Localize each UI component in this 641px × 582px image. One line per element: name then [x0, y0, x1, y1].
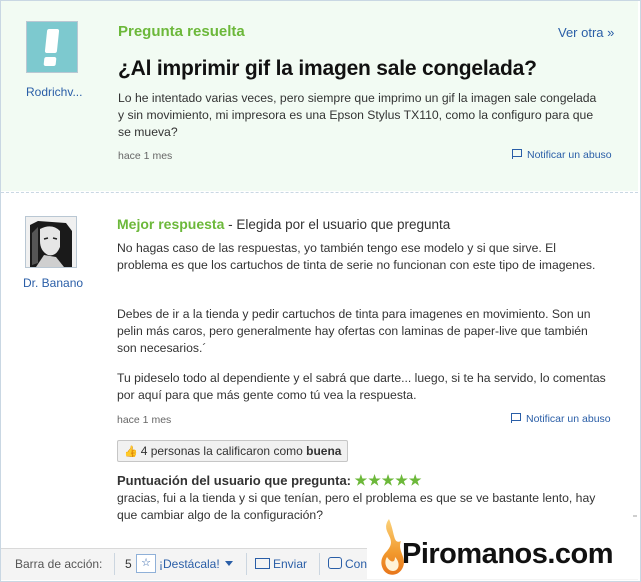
send-button[interactable]: Enviar	[255, 557, 307, 571]
answer-paragraph-2: Debes de ir a la tienda y pedir cartucho…	[117, 307, 591, 355]
question-body: Lo he intentado varias veces, pero siemp…	[118, 91, 597, 139]
star-icon[interactable]: ☆	[136, 554, 156, 573]
rating-stars: ★★★★★	[354, 472, 423, 488]
chevron-down-icon	[224, 561, 233, 566]
answer-paragraph-3: Tu pideselo todo al dependiente y el sab…	[117, 371, 606, 402]
comment-button[interactable]: Con	[328, 557, 367, 571]
action-bar-label: Barra de acción:	[15, 557, 103, 571]
see-another-link[interactable]: Ver otra »	[558, 25, 614, 40]
star-count: 5	[125, 557, 132, 571]
question-user-avatar[interactable]	[26, 21, 78, 73]
question-username[interactable]: Rodrichv...	[26, 85, 82, 99]
flag-icon	[512, 149, 523, 159]
highlight-dropdown[interactable]: ¡Destácala!	[159, 557, 233, 571]
best-answer-label: Mejor respuesta - Elegida por el usuario…	[117, 216, 451, 232]
question-title: ¿Al imprimir gif la imagen sale congelad…	[118, 57, 537, 80]
question-panel: Rodrichv... Pregunta resuelta Ver otra »…	[1, 1, 638, 191]
question-timestamp: hace 1 mes	[118, 150, 173, 162]
speech-bubble-icon	[328, 557, 342, 569]
flag-icon	[511, 413, 522, 423]
watermark: Piromanos.com	[367, 517, 639, 579]
answer-timestamp: hace 1 mes	[117, 414, 172, 426]
section-divider	[1, 192, 638, 193]
exclamation-icon	[44, 29, 60, 53]
asker-score: Puntuación del usuario que pregunta: ★★★…	[117, 472, 423, 488]
question-report-link[interactable]: Notificar un abuso	[512, 149, 612, 161]
watermark-text: Piromanos.com	[402, 538, 614, 570]
answer-user-avatar[interactable]	[25, 216, 77, 268]
answer-report-link[interactable]: Notificar un abuso	[511, 413, 611, 425]
answer-username[interactable]: Dr. Banano	[23, 276, 83, 290]
question-status: Pregunta resuelta	[118, 23, 245, 40]
answer-paragraph-1: No hagas caso de las respuestas, yo tamb…	[117, 241, 596, 272]
envelope-icon	[255, 558, 270, 569]
rating-button[interactable]: 👍 4 personas la calificaron como buena	[117, 440, 349, 462]
thumbs-up-icon: 👍	[124, 446, 138, 458]
portrait-avatar-icon	[26, 217, 76, 267]
